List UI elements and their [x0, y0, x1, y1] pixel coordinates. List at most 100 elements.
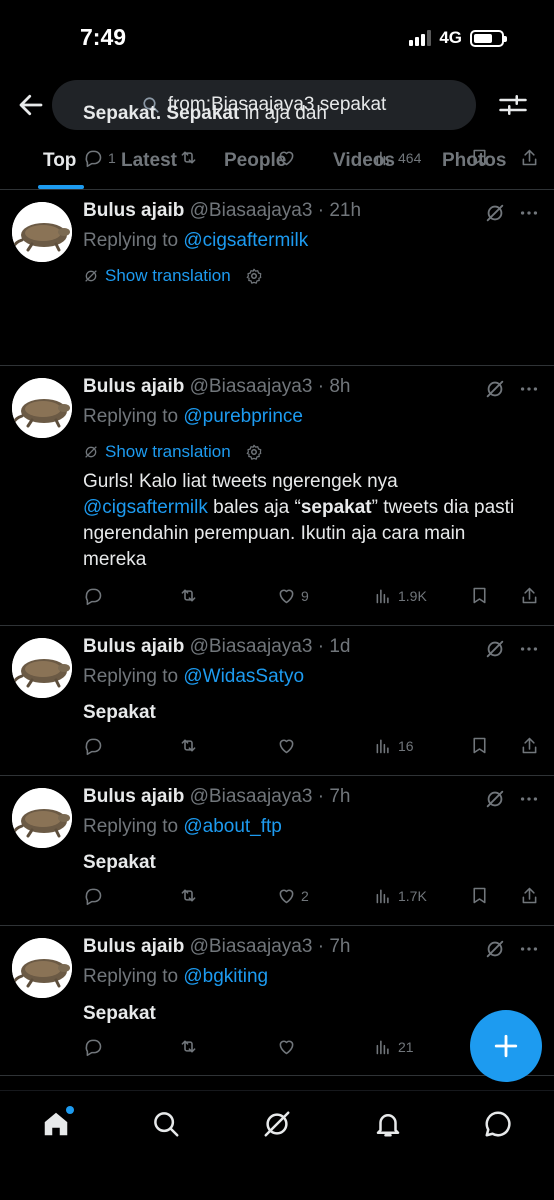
bookmark-button[interactable] [469, 585, 490, 606]
display-name[interactable]: Bulus ajaib [83, 376, 184, 397]
retweet-button[interactable] [178, 735, 203, 756]
views-button[interactable]: 16 [373, 735, 414, 756]
retweet-button[interactable] [178, 585, 203, 606]
status-time: 7:49 [80, 24, 127, 50]
views-button[interactable]: 21 [373, 1036, 414, 1057]
views-icon [376, 589, 389, 604]
replying-prefix: Replying to [83, 406, 179, 427]
display-name[interactable]: Bulus ajaib [83, 200, 184, 221]
nav-notifications[interactable] [373, 1109, 403, 1139]
battery-icon [470, 29, 507, 47]
more-icon[interactable] [518, 788, 540, 810]
more-icon[interactable] [518, 938, 540, 960]
replying-handle[interactable]: @purebprince [183, 406, 303, 427]
like-button[interactable]: 9 [276, 585, 309, 606]
show-translation-link[interactable]: Show translation [83, 442, 263, 462]
grok-icon[interactable] [484, 788, 506, 810]
replying-handle[interactable]: @cigsaftermilk [183, 230, 308, 251]
nav-messages[interactable] [483, 1109, 513, 1139]
nav-home[interactable] [41, 1106, 74, 1139]
tweet[interactable]: Bulus ajaib @Biasaajaya3 · 7h Replying t… [0, 776, 554, 926]
grok-icon[interactable] [484, 938, 506, 960]
reply-button[interactable] [83, 885, 108, 906]
tweet-actions: 2 1.7K [83, 885, 543, 909]
tweet-text: in aja dah [239, 103, 327, 124]
handle-time: @Biasaajaya3 · 7h [189, 936, 351, 957]
tweet[interactable]: Bulus ajaib @Biasaajaya3 · 8h Replying t… [0, 366, 554, 626]
nav-grok[interactable] [262, 1109, 292, 1139]
like-button[interactable]: 2 [276, 885, 309, 906]
retweet-button[interactable] [178, 885, 203, 906]
share-button[interactable] [519, 885, 540, 906]
tweet-body: Sepakat. Sepakat in aja dah [83, 101, 523, 127]
network-label: 4G [439, 28, 462, 47]
plus-icon [494, 1034, 518, 1058]
grok-icon[interactable] [484, 202, 506, 224]
reply-button[interactable] [83, 585, 108, 606]
tweet-body: Sepakat [83, 850, 523, 876]
share-button[interactable] [519, 585, 540, 606]
view-count: 21 [398, 1038, 414, 1055]
bookmark-icon [473, 887, 486, 904]
tweet[interactable]: Bulus ajaib @Biasaajaya3 · 1d Replying t… [0, 626, 554, 776]
reply-button[interactable] [83, 1036, 108, 1057]
avatar[interactable] [12, 638, 72, 698]
avatar[interactable] [12, 202, 72, 262]
share-button[interactable] [519, 735, 540, 756]
like-button[interactable] [276, 1036, 301, 1057]
tab-top[interactable]: Top [43, 150, 76, 172]
bell-icon [376, 1114, 400, 1137]
replying-handle[interactable]: @about_ftp [183, 816, 282, 837]
reply-button[interactable]: 1 [83, 147, 116, 168]
grok-icon[interactable] [484, 378, 506, 400]
more-icon[interactable] [518, 378, 540, 400]
reply-button[interactable] [83, 735, 108, 756]
share-button[interactable] [519, 147, 540, 168]
retweet-button[interactable] [178, 147, 203, 168]
retweet-icon [181, 589, 196, 602]
compose-button[interactable] [470, 1010, 542, 1082]
bookmark-icon [473, 149, 486, 166]
views-button[interactable]: 1.7K [373, 885, 427, 906]
replying-handle[interactable]: @WidasSatyo [183, 666, 304, 687]
nav-explore[interactable] [151, 1109, 181, 1139]
tweet[interactable]: Bulus ajaib @Biasaajaya3 · 21h Replying … [0, 103, 554, 366]
bookmark-button[interactable] [469, 147, 490, 168]
home-icon [44, 1112, 68, 1136]
handle-time: @Biasaajaya3 · 8h [189, 376, 351, 397]
replying-to: Replying to @cigsaftermilk [83, 230, 308, 252]
gear-icon[interactable] [245, 443, 263, 461]
display-name[interactable]: Bulus ajaib [83, 786, 184, 807]
bookmark-button[interactable] [469, 735, 490, 756]
grok-icon[interactable] [484, 638, 506, 660]
view-count: 464 [398, 149, 422, 166]
reply-icon [85, 738, 102, 756]
mention-link[interactable]: @cigsaftermilk [83, 497, 208, 518]
gear-icon[interactable] [245, 267, 263, 285]
like-button[interactable] [276, 147, 301, 168]
tweet-body: Sepakat [83, 1001, 523, 1027]
replying-handle[interactable]: @bgkiting [183, 966, 268, 987]
show-translation-link[interactable]: Show translation [83, 266, 263, 286]
retweet-button[interactable] [178, 1036, 203, 1057]
tweet-actions: 9 1.9K [83, 585, 543, 609]
share-icon [522, 587, 537, 604]
like-button[interactable] [276, 735, 301, 756]
views-button[interactable]: 1.9K [373, 585, 427, 606]
avatar[interactable] [12, 788, 72, 848]
retweet-icon [181, 739, 196, 752]
avatar[interactable] [12, 938, 72, 998]
view-count: 1.9K [398, 587, 427, 604]
arrow-left-icon[interactable] [16, 90, 46, 120]
tweet-text-bold: Sepakat. Sepakat [83, 103, 240, 124]
views-button[interactable]: 464 [373, 147, 421, 168]
tweet-header: Bulus ajaib @Biasaajaya3 · 7h [83, 936, 350, 958]
bookmark-button[interactable] [469, 885, 490, 906]
more-icon[interactable] [518, 638, 540, 660]
views-icon [376, 739, 389, 754]
display-name[interactable]: Bulus ajaib [83, 636, 184, 657]
more-icon[interactable] [518, 202, 540, 224]
display-name[interactable]: Bulus ajaib [83, 936, 184, 957]
tweet-text: bales aja “ [207, 497, 301, 518]
avatar[interactable] [12, 378, 72, 438]
